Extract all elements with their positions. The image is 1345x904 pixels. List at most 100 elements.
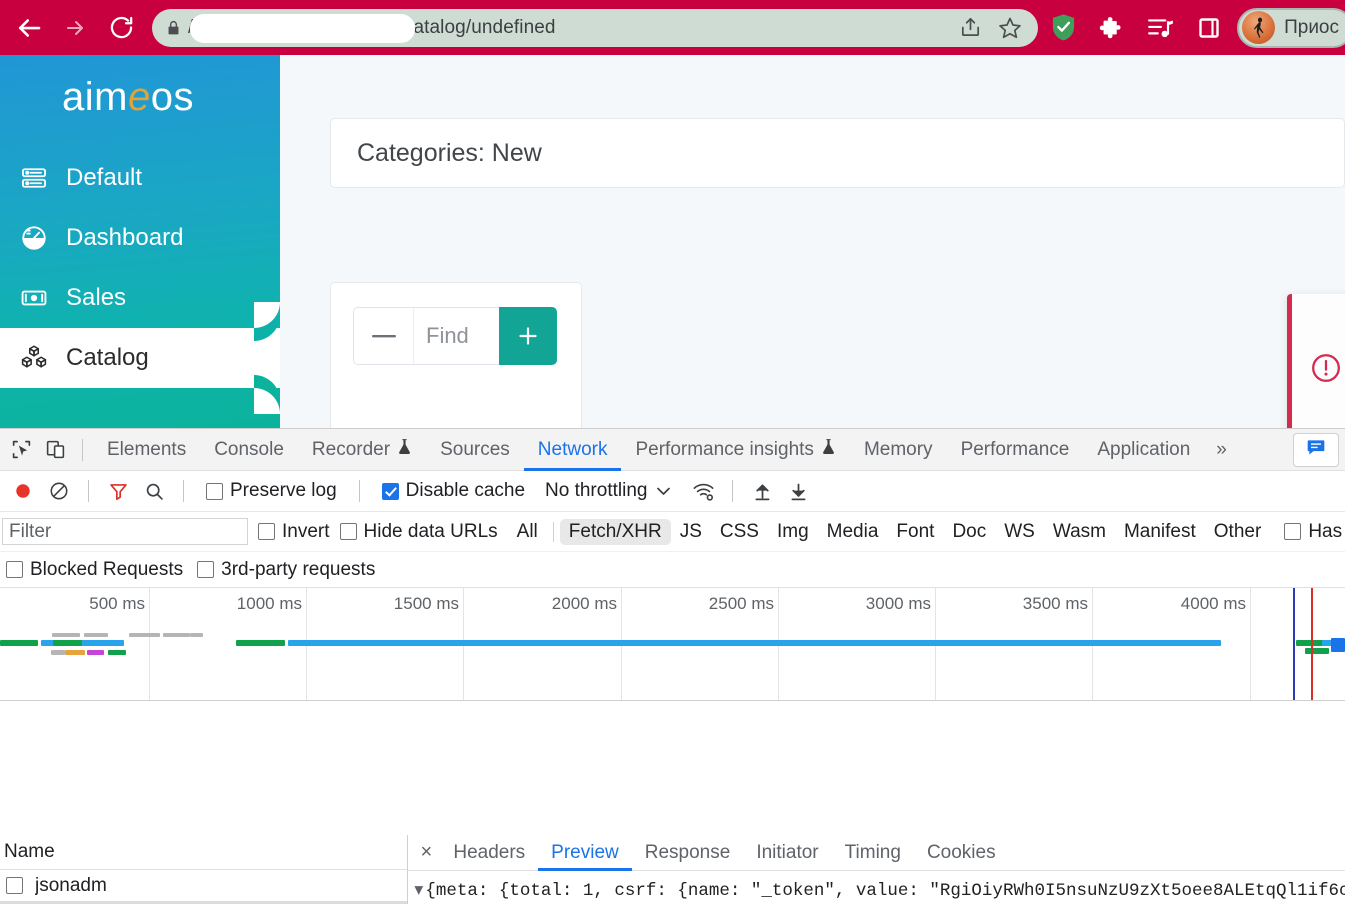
timeline-tick-label: 1000 ms	[236, 594, 302, 613]
json-preview-tree[interactable]: ▾ {meta: {total: 1, csrf: {name: "_token"…	[408, 871, 1345, 904]
invert-checkbox[interactable]	[258, 523, 275, 540]
filter-type-other[interactable]: Other	[1205, 519, 1271, 545]
tab-application[interactable]: Application	[1083, 429, 1204, 471]
find-input[interactable]	[413, 307, 499, 365]
tab-elements[interactable]: Elements	[93, 429, 200, 471]
boxes-icon	[14, 343, 54, 373]
filter-icon[interactable]	[101, 474, 135, 508]
profile-chip[interactable]: Приос	[1237, 7, 1345, 48]
tab-timing[interactable]: Timing	[832, 835, 914, 871]
filter-type-all[interactable]: All	[508, 519, 547, 545]
json-line[interactable]: ▾ {meta: {total: 1, csrf: {name: "_token"…	[414, 879, 1345, 903]
device-toolbar-icon[interactable]	[38, 433, 72, 467]
tab-console[interactable]: Console	[200, 429, 298, 471]
filter-type-manifest[interactable]: Manifest	[1115, 519, 1205, 545]
record-button[interactable]	[6, 474, 40, 508]
tab-cookies[interactable]: Cookies	[914, 835, 1009, 871]
page-title: Categories: New	[357, 138, 542, 167]
third-party-requests-checkbox[interactable]	[197, 561, 215, 578]
tab-memory[interactable]: Memory	[850, 429, 947, 471]
sidebar-item-catalog[interactable]: Catalog	[0, 302, 280, 414]
tab-response[interactable]: Response	[632, 835, 744, 871]
filter-type-doc[interactable]: Doc	[943, 519, 995, 545]
filter-type-img[interactable]: Img	[768, 519, 818, 545]
close-icon[interactable]: ×	[412, 839, 440, 867]
tab-recorder[interactable]: Recorder	[298, 429, 426, 471]
timeline-request-bar	[84, 633, 108, 637]
filter-type-js[interactable]: JS	[671, 519, 711, 545]
tab-initiator[interactable]: Initiator	[743, 835, 831, 871]
timeline-tick-label: 500 ms	[89, 594, 145, 613]
timeline-request-bar	[82, 640, 124, 646]
sidebar-item-dashboard[interactable]: Dashboard	[0, 208, 280, 268]
hide-data-urls-option[interactable]: Hide data URLs	[339, 521, 508, 543]
timeline-request-bar	[54, 640, 82, 646]
reading-list-icon[interactable]	[1147, 15, 1175, 41]
timeline-request-bar	[108, 650, 126, 655]
tab-performance-insights[interactable]: Performance insights	[621, 429, 849, 471]
sidebar-item-sales[interactable]: Sales	[0, 268, 280, 328]
search-icon[interactable]	[137, 474, 171, 508]
blocked-requests-checkbox[interactable]	[6, 561, 23, 578]
close-label: ×	[420, 841, 433, 863]
export-har-icon[interactable]	[781, 474, 815, 508]
filter-type-media[interactable]: Media	[818, 519, 888, 545]
has-blocked-cookies-checkbox[interactable]	[1284, 523, 1302, 540]
request-name: jsonadm	[35, 874, 107, 896]
network-toolbar: Preserve log Disable cache No throttling	[0, 471, 1345, 512]
preserve-log-checkbox[interactable]	[206, 482, 223, 500]
flask-icon	[397, 438, 412, 461]
timeline-request-bar	[87, 650, 104, 655]
filter-type-fetch-xhr[interactable]: Fetch/XHR	[559, 518, 671, 545]
has-blocked-cookies-option[interactable]: Has blocked co	[1270, 521, 1345, 543]
clear-button[interactable]	[42, 474, 76, 508]
third-party-requests-label: 3rd-party requests	[221, 558, 376, 580]
puzzle-icon[interactable]	[1099, 15, 1125, 41]
disclosure-triangle-icon[interactable]: ▾	[414, 879, 425, 903]
tab-performance[interactable]: Performance	[947, 429, 1084, 471]
filter-type-css[interactable]: CSS	[711, 519, 768, 545]
sidebar-item-label: Dashboard	[66, 224, 184, 251]
app-sidebar: aimeos Default Dashboard Sales Catalog	[0, 55, 280, 428]
side-panel-icon[interactable]	[1197, 16, 1221, 40]
disable-cache-option[interactable]: Disable cache	[372, 480, 535, 502]
star-icon[interactable]	[998, 16, 1022, 40]
add-button[interactable]	[499, 307, 557, 365]
filter-type-ws[interactable]: WS	[995, 519, 1044, 545]
address-bar[interactable]: /admin/default/jqadm/get/catalog/undefin…	[152, 8, 1039, 47]
sidebar-item-default[interactable]: Default	[0, 148, 280, 208]
tab-preview[interactable]: Preview	[538, 835, 632, 871]
network-overview-timeline[interactable]: 500 ms 1000 ms 1500 ms 2000 ms 2500 ms 3…	[0, 588, 1345, 701]
third-party-requests-option[interactable]: 3rd-party requests	[197, 559, 385, 581]
find-group	[353, 307, 581, 365]
preserve-log-option[interactable]: Preserve log	[196, 480, 347, 502]
tab-sources[interactable]: Sources	[426, 429, 524, 471]
back-button[interactable]	[6, 5, 52, 51]
shield-check-icon[interactable]	[1050, 13, 1077, 42]
disable-cache-checkbox[interactable]	[381, 482, 399, 500]
network-conditions-icon[interactable]	[686, 474, 720, 508]
inspect-element-icon[interactable]	[4, 433, 38, 467]
request-checkbox[interactable]	[6, 877, 23, 894]
invert-option[interactable]: Invert	[248, 521, 340, 543]
reload-button[interactable]	[98, 5, 144, 51]
hide-data-urls-checkbox[interactable]	[339, 523, 357, 540]
import-har-icon[interactable]	[745, 474, 779, 508]
tab-network[interactable]: Network	[524, 429, 622, 471]
blocked-requests-option[interactable]: Blocked Requests	[2, 559, 193, 581]
table-row[interactable]: jsonadm	[0, 870, 407, 901]
filter-type-font[interactable]: Font	[887, 519, 943, 545]
console-messages-button[interactable]	[1293, 432, 1339, 467]
tab-headers[interactable]: Headers	[440, 835, 538, 871]
share-icon[interactable]	[959, 16, 982, 39]
forward-button[interactable]	[52, 5, 98, 51]
browser-toolbar: /admin/default/jqadm/get/catalog/undefin…	[0, 0, 1345, 55]
timeline-request-bar	[1331, 638, 1345, 652]
filter-input[interactable]	[2, 518, 248, 545]
more-tabs-button[interactable]: »	[1204, 439, 1239, 461]
filter-type-wasm[interactable]: Wasm	[1044, 519, 1115, 545]
throttling-select[interactable]: No throttling	[537, 480, 678, 502]
collapse-button[interactable]	[353, 307, 413, 365]
timeline-request-bar	[190, 633, 203, 637]
request-list-header[interactable]: Name	[0, 835, 408, 870]
